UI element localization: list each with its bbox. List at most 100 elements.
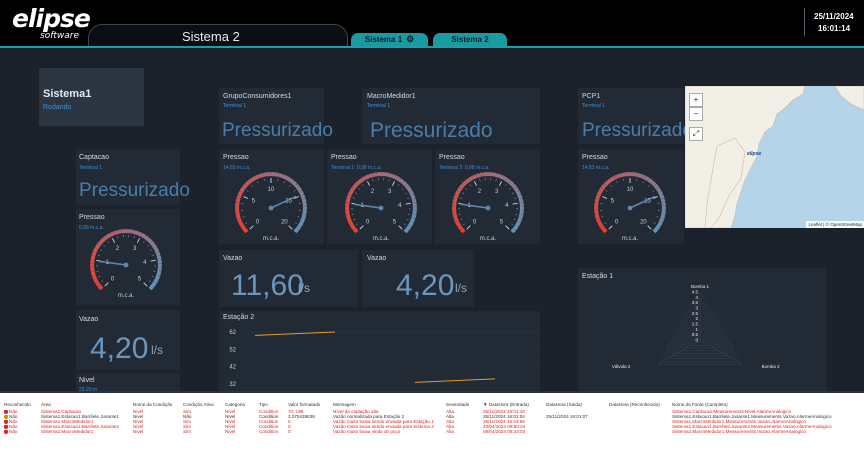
alarm-cell-text: Vazão muito baixa vinda do poço [333, 429, 401, 434]
gauge-arc-segment [644, 176, 650, 182]
gauge-tick [289, 185, 291, 187]
gauge-tick [149, 280, 151, 283]
gauge-tick [358, 188, 361, 190]
alarm-column-header[interactable]: DataHora (Reconhecido) [609, 399, 672, 409]
gauge-arc-segment [97, 284, 104, 291]
gauge-tick [352, 197, 355, 199]
status-text: Pressurizado [370, 119, 493, 142]
location-map[interactable]: + − ⤢ elipse Leaflet | © OpenStreetMap [685, 86, 864, 228]
panel-subtitle: Terminal 1 [367, 103, 391, 109]
gauge-arc-segment [281, 174, 288, 180]
pressure-gauge: 012345m.c.a. [345, 172, 417, 242]
gauge-tick [469, 184, 471, 186]
panel-title: Nivel [79, 377, 95, 384]
gauge-tick [656, 216, 659, 218]
gauge-arc-segment [352, 227, 359, 234]
gauge-tick [243, 196, 249, 199]
alarm-cell: 08/04/2024 08:34:03 [483, 429, 546, 434]
gauge-tick-label: 20 [640, 219, 647, 225]
scada-screen: elipse software Sistema 2 Sistema 1 ⚙ Sis… [0, 0, 864, 452]
tab-sistema-2[interactable]: Sistema 2 [433, 33, 507, 46]
gauge-tick [604, 222, 607, 224]
alarm-column-header[interactable]: Valor formatado [288, 399, 333, 409]
gauge-arc-segment [151, 244, 158, 250]
gauge-tick [100, 249, 103, 251]
gauge-arc-segment [91, 251, 97, 257]
panel-subtitle: Terminal 1 [79, 165, 103, 171]
gauge-tick-label: 2 [116, 246, 120, 252]
alarm-rows: Não Sistema1.Captacao Nivel Sim Nivel Conditi… [4, 409, 860, 434]
gauge-arc-segment [655, 187, 662, 193]
alarm-bell-icon [4, 429, 8, 434]
alarm-column-header[interactable]: Condição Ativa [183, 399, 225, 409]
gauge-arc-segment [459, 183, 465, 190]
gauge-arc-segment [401, 180, 408, 187]
gauge-arc-segment [621, 172, 627, 177]
gauge-arc-segment [150, 281, 157, 288]
gauge-arc-segment [471, 174, 478, 180]
alarm-row[interactable]: Não Sistema2.MacroMedidor1 Nivel Sim Nivel Co… [4, 429, 860, 434]
tab-sistema-1[interactable]: Sistema 1 ⚙ [351, 33, 428, 46]
alarm-column-header[interactable]: Reconhecido [4, 399, 41, 409]
gauge-arc-segment [515, 221, 521, 227]
gauge-arc-segment [654, 224, 661, 231]
gauge-hub [627, 205, 633, 211]
alarm-column-header[interactable]: Mensagem [333, 399, 446, 409]
gear-icon[interactable]: ⚙ [406, 33, 414, 46]
zoom-in-button[interactable]: + [689, 93, 703, 107]
gauge-tick-label: 20 [281, 219, 288, 225]
status-text: Pressurizado [582, 120, 693, 141]
zoom-out-button[interactable]: − [689, 107, 703, 121]
gauge-arc-segment [236, 217, 243, 223]
gauge-arc-segment [403, 227, 410, 234]
gauge-tick [647, 225, 652, 230]
fullscreen-button[interactable]: ⤢ [689, 127, 703, 141]
alarm-column-header[interactable]: Nome da Fonte (Completo) [672, 399, 860, 409]
map-attribution[interactable]: Leaflet | © OpenStreetMap [806, 221, 864, 228]
gauge-arc-segment [455, 221, 461, 227]
alarm-column-header[interactable]: Severidade [446, 399, 483, 409]
line-chart: 62 52 42 32 [229, 330, 537, 388]
gauge-arc-segment [502, 176, 508, 182]
gauge-tick-label: 2 [371, 189, 375, 195]
gauge-arc-segment [133, 230, 139, 236]
alarm-cell: Condition [259, 429, 288, 434]
alarm-column-header[interactable]: Categoria [225, 399, 259, 409]
gauge-arc-segment [601, 227, 608, 234]
gauge-tick [359, 225, 364, 230]
gauge-arc-segment [658, 217, 665, 223]
gauge-arc-segment [637, 173, 643, 179]
pressure-gauge: 012345m.c.a. [452, 172, 524, 242]
gauge-arc-segment [452, 214, 458, 219]
gauge-arc-segment [349, 187, 356, 193]
gauge-arc-segment [595, 217, 602, 223]
captacao-pressao-panel: Pressao 0,98 m.c.a. 012345m.c.a. [76, 209, 180, 305]
elipse-logo[interactable]: elipse software [12, 4, 91, 41]
alarm-column-header[interactable]: Área [41, 399, 133, 409]
gauge-arc-segment [95, 281, 102, 288]
alarm-column-header[interactable]: ▼ DataHora (Entrada) [483, 399, 546, 409]
gauge-tick [362, 184, 364, 186]
gauge-arc-segment [372, 172, 378, 177]
gauge-arc-segment [406, 187, 413, 193]
gauge-tick [97, 254, 100, 256]
gauge-arc-segment [298, 190, 305, 196]
alarm-column-header[interactable]: DataHora (Saída) [546, 399, 609, 409]
flow-unit: l/s [151, 343, 163, 357]
gauge-arc-segment [603, 180, 610, 187]
gauge-arc-segment [384, 172, 390, 177]
gauge-arc-segment [347, 190, 354, 196]
gauge-arc-segment [368, 173, 374, 179]
alarm-cell: Sistema2.MacroMedidor1.Measurements.Vaza… [672, 429, 860, 434]
alarm-cell: Sistema2.MacroMedidor1 [41, 429, 133, 434]
gauge-arc-segment [106, 233, 112, 239]
alarm-column-header[interactable]: Tipo [259, 399, 288, 409]
gauge-tick [512, 202, 518, 205]
gauge-tick [152, 254, 155, 256]
gauge-tick [143, 282, 148, 287]
gauge-arc-segment [148, 284, 155, 291]
map-marker[interactable]: elipse [747, 151, 761, 157]
system-card[interactable]: Sistema1 Rodando [39, 68, 144, 126]
gauge-arc-segment [408, 221, 414, 227]
alarm-column-header[interactable]: Nome da Condição [133, 399, 183, 409]
